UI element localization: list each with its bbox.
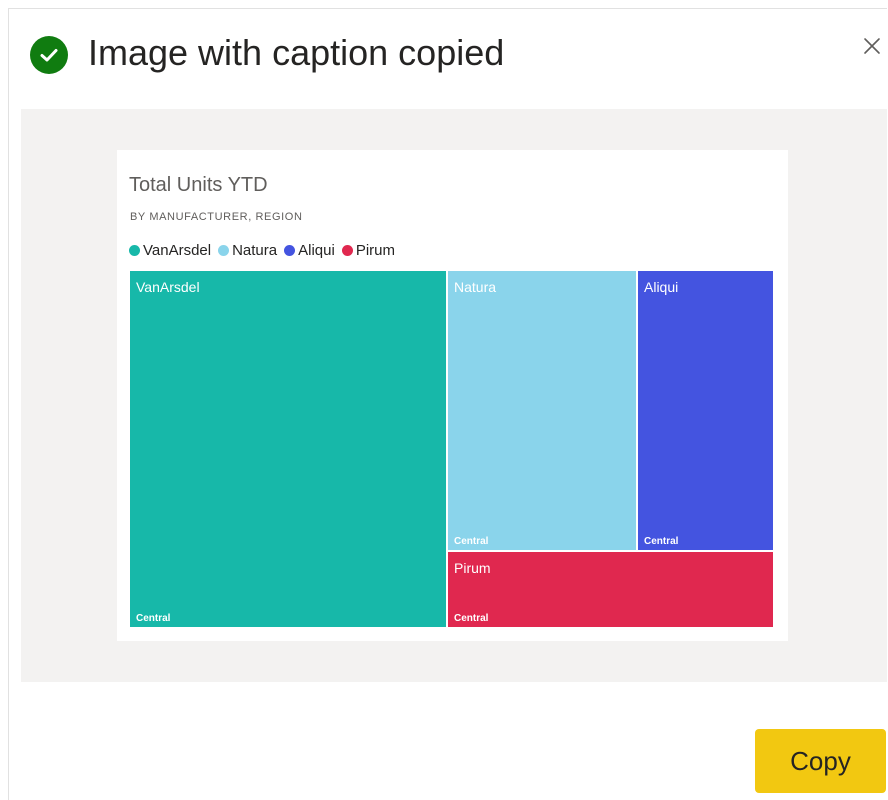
legend-dot	[341, 245, 353, 256]
legend-item: Pirum	[341, 242, 395, 259]
tile-label: Natura	[454, 279, 497, 295]
legend-label: Natura	[232, 242, 278, 259]
tile-sublabel: Central	[454, 536, 489, 547]
tile-label: VanArsdel	[136, 279, 200, 295]
legend-dot	[284, 245, 296, 256]
tile-sublabel: Central	[136, 613, 171, 624]
legend-dot	[129, 245, 140, 256]
checkmark-circle-icon	[30, 36, 68, 74]
legend-item: Natura	[218, 242, 277, 259]
legend-item: Aliqui	[284, 242, 335, 259]
close-icon	[864, 38, 880, 54]
copy-dialog: Image with caption copied Total Units YT…	[8, 8, 887, 800]
legend-label: Aliqui	[298, 242, 335, 259]
close-button[interactable]	[859, 33, 885, 59]
image-preview-area: Total Units YTD BY MANUFACTURER, REGION …	[21, 109, 887, 682]
legend-dot	[218, 245, 230, 256]
treemap-tile-natura[interactable]: Natura Central	[447, 270, 637, 551]
treemap-tile-vanarsdel[interactable]: VanArsdel Central	[129, 270, 447, 628]
dialog-title: Image with caption copied	[88, 32, 505, 73]
tile-sublabel: Central	[454, 613, 489, 624]
treemap-chart: VanArsdel Central Natura Central Aliqui …	[129, 270, 774, 628]
chart-legend: VanArsdel Natura Aliqui Pirum	[129, 242, 402, 259]
treemap-tile-pirum[interactable]: Pirum Central	[447, 551, 774, 628]
legend-item: VanArsdel	[129, 242, 211, 259]
tile-label: Aliqui	[644, 279, 679, 295]
visual-title: Total Units YTD	[129, 174, 268, 196]
tile-label: Pirum	[454, 560, 491, 576]
visual-subtitle: BY MANUFACTURER, REGION	[130, 211, 303, 223]
copy-button[interactable]: Copy	[755, 729, 886, 793]
tile-sublabel: Central	[644, 536, 679, 547]
visual-card: Total Units YTD BY MANUFACTURER, REGION …	[117, 150, 788, 641]
legend-label: VanArsdel	[143, 242, 212, 259]
legend-label: Pirum	[355, 242, 395, 259]
treemap-tile-aliqui[interactable]: Aliqui Central	[637, 270, 774, 551]
